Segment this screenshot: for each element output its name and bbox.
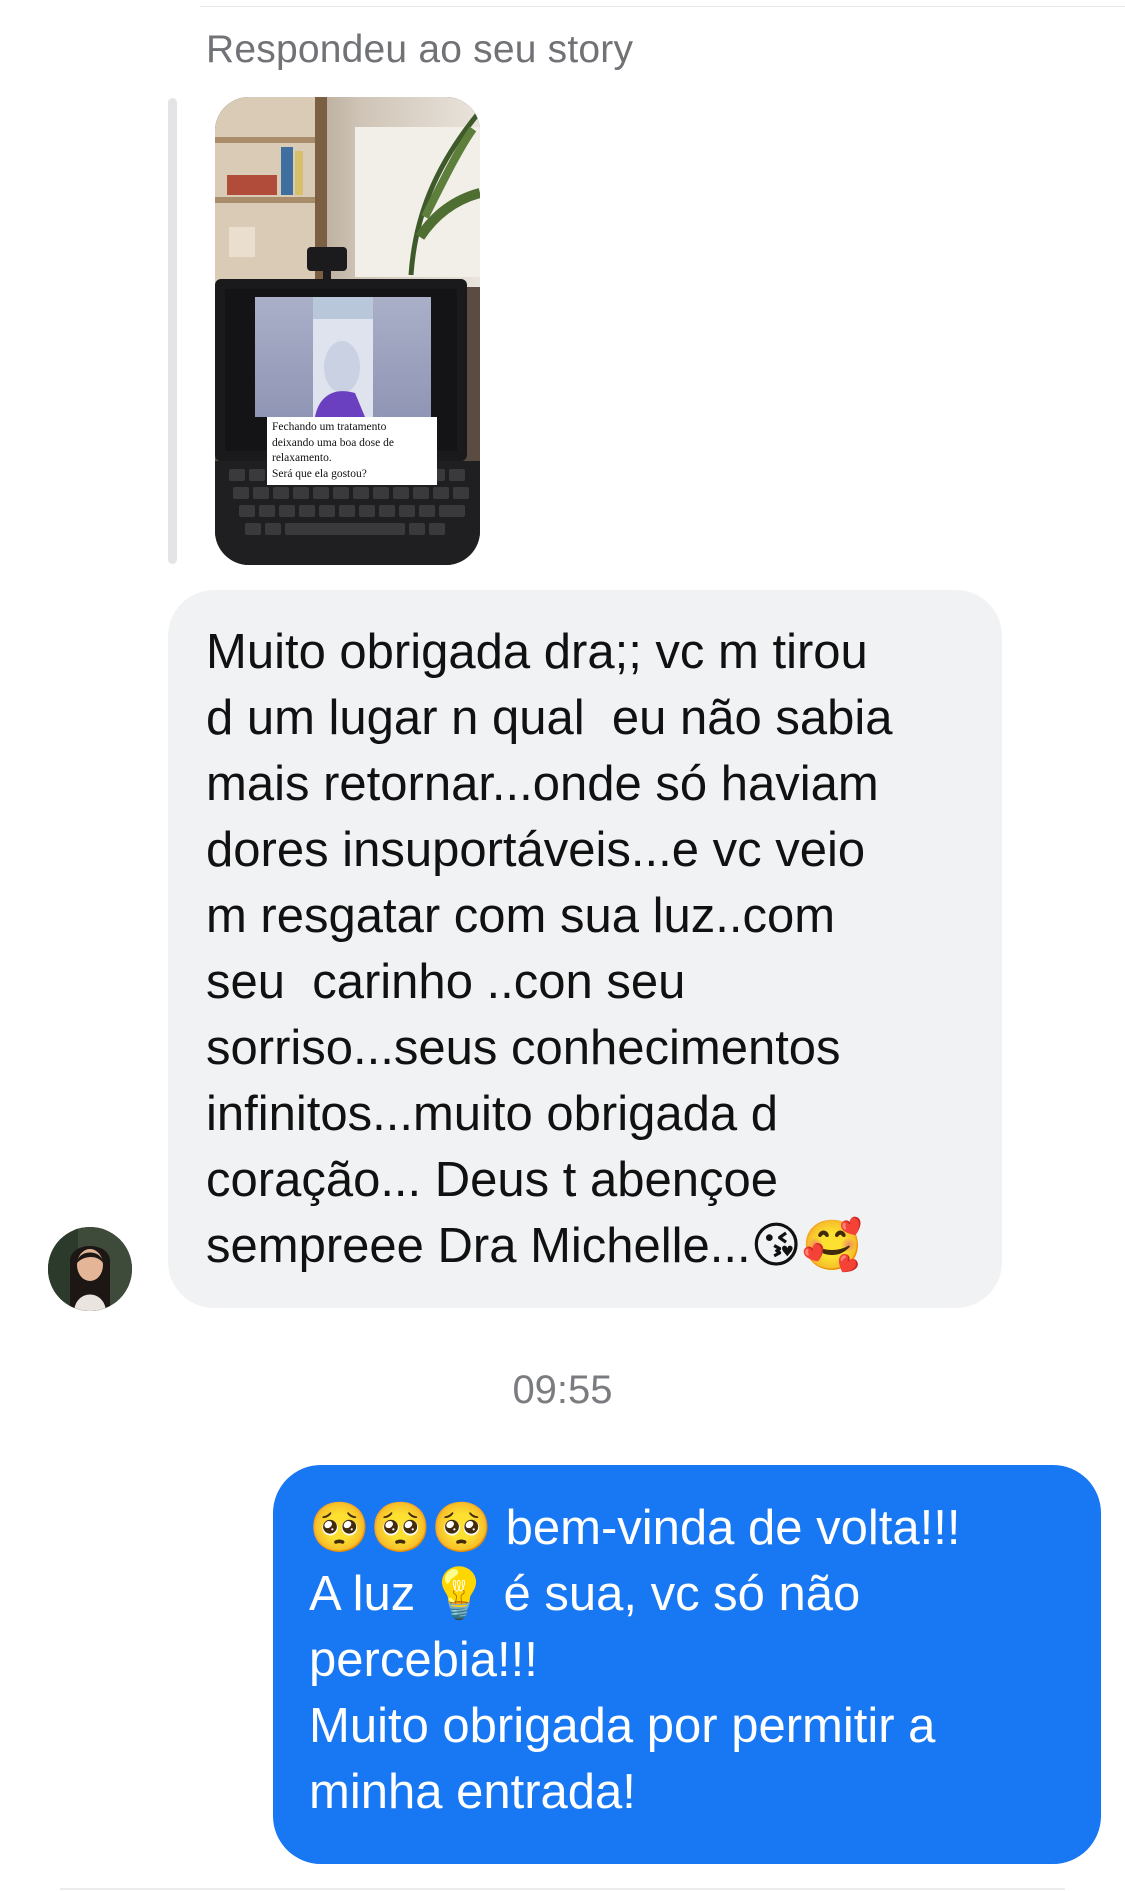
message-line: coração... Deus t abençoe [206, 1153, 779, 1207]
story-reply-label: Respondeu ao seu story [206, 28, 634, 71]
message-timestamp: 09:55 [512, 1368, 613, 1412]
story-image [215, 97, 480, 565]
message-line: percebia!!! [309, 1633, 538, 1687]
message-line: minha entrada! [309, 1765, 636, 1819]
message-line: mais retornar...onde só haviam [206, 757, 879, 811]
message-line: A luz 💡 é sua, vc só não [309, 1567, 861, 1621]
avatar-image [48, 1227, 132, 1311]
message-line: d um lugar n qual eu não sabia [206, 691, 893, 745]
sender-avatar[interactable] [48, 1227, 132, 1311]
message-line: infinitos...muito obrigada d [206, 1087, 778, 1141]
top-divider [200, 6, 1125, 7]
message-line: sorriso...seus conhecimentos [206, 1021, 841, 1075]
message-line: seu carinho ..con seu [206, 955, 686, 1009]
story-caption-line: relaxamento. [272, 452, 332, 464]
story-caption-line: Será que ela gostou? [272, 467, 367, 480]
reply-quote-line [168, 98, 177, 564]
bottom-divider [60, 1888, 1065, 1890]
message-line: Muito obrigada dra;; vc m tirou [206, 625, 868, 679]
message-line: 🥺🥺🥺 bem-vinda de volta!!! [309, 1501, 961, 1555]
message-line: m resgatar com sua luz..com [206, 889, 836, 943]
message-line: sempreee Dra Michelle...😘🥰 [206, 1219, 863, 1273]
story-thumbnail[interactable]: Fechando um tratamento deixando uma boa … [215, 97, 480, 565]
message-line: Muito obrigada por permitir a [309, 1699, 936, 1753]
outgoing-message-bubble[interactable]: 🥺🥺🥺 bem-vinda de volta!!! A luz 💡 é sua,… [273, 1465, 1101, 1864]
story-caption-line: Fechando um tratamento [272, 421, 387, 433]
message-line: dores insuportáveis...e vc veio [206, 823, 866, 877]
story-caption: Fechando um tratamento deixando uma boa … [267, 417, 437, 485]
incoming-message-bubble[interactable]: Muito obrigada dra;; vc m tirou d um lug… [168, 590, 1002, 1308]
story-caption-line: deixando uma boa dose de [272, 436, 394, 449]
